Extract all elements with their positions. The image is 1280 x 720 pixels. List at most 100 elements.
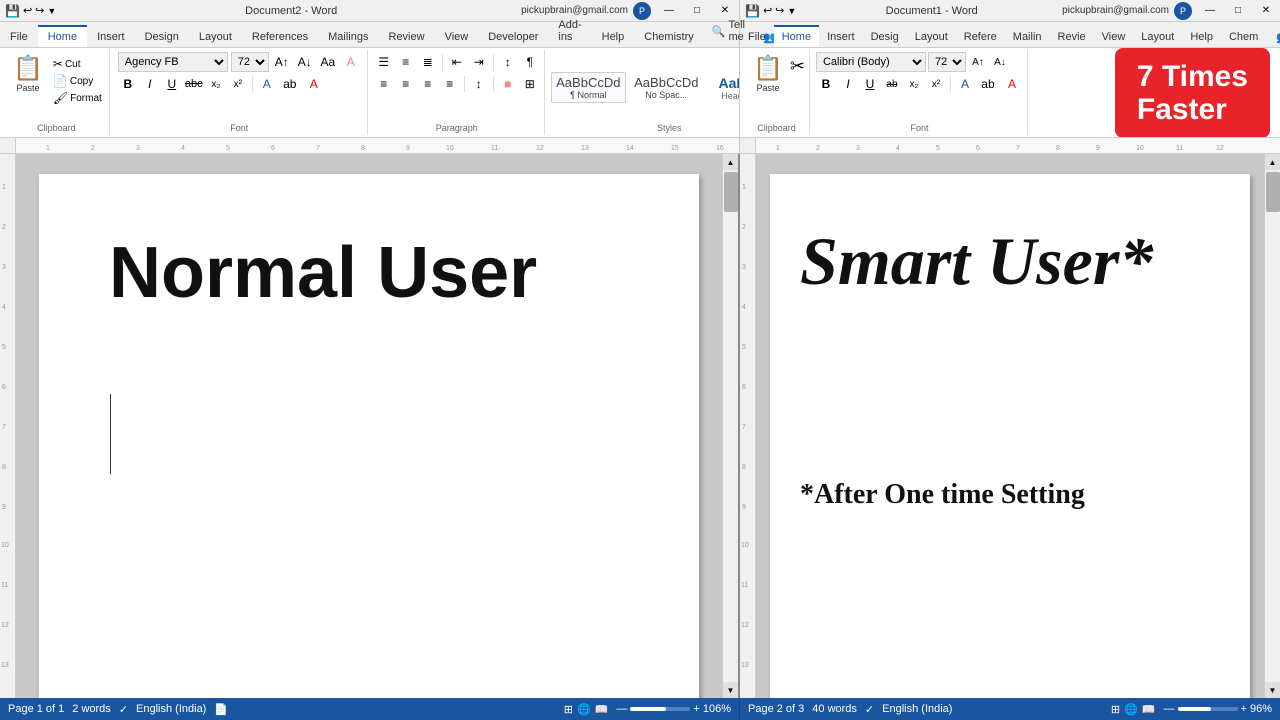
right-tab-insert[interactable]: Insert [819, 27, 863, 47]
right-scrollbar[interactable]: ▲ ▼ [1264, 154, 1280, 698]
cut-button[interactable]: ✂Cut [50, 56, 105, 72]
line-spacing-btn[interactable]: ↕ [469, 74, 489, 94]
right-zoom-in[interactable]: + [1241, 703, 1247, 715]
right-size-select[interactable]: 72 [928, 52, 966, 72]
sort-btn[interactable]: ↕ [498, 52, 518, 72]
decrease-font-btn[interactable]: A↓ [295, 52, 315, 72]
text-effect-btn[interactable]: A [257, 74, 277, 94]
right-print-view[interactable]: ⊞ [1111, 703, 1120, 716]
right-tab-view[interactable]: View [1094, 27, 1134, 47]
redo-icon[interactable]: ↪ [35, 4, 44, 17]
superscript-btn[interactable]: x² [228, 74, 248, 94]
right-superscript-btn[interactable]: x² [926, 74, 946, 94]
align-left-btn[interactable]: ≡ [374, 74, 394, 94]
show-marks-btn[interactable]: ¶ [520, 52, 540, 72]
left-tab-file[interactable]: File [0, 27, 38, 47]
text-highlight-btn[interactable]: ab [279, 74, 301, 94]
borders-btn[interactable]: ⊞ [520, 74, 540, 94]
customize-icon[interactable]: ▼ [47, 6, 56, 16]
right-subscript-btn[interactable]: x₂ [904, 74, 924, 94]
left-tab-review[interactable]: Review [379, 27, 435, 47]
left-minimize-btn[interactable]: — [655, 0, 683, 22]
right-tab-help[interactable]: Help [1182, 27, 1221, 47]
right-doc-page[interactable]: Smart User* *After One time Setting [770, 174, 1250, 698]
right-font-select[interactable]: Calibri (Body) [816, 52, 926, 72]
increase-indent-btn[interactable]: ⇥ [469, 52, 489, 72]
right-undo-icon[interactable]: ↩ [763, 4, 772, 17]
italic-btn[interactable]: I [140, 74, 160, 94]
clear-format-btn[interactable]: Aa [318, 52, 338, 72]
right-maximize-btn[interactable]: □ [1224, 0, 1252, 22]
bold-btn[interactable]: B [118, 74, 138, 94]
right-tab-mailings[interactable]: Mailin [1005, 27, 1050, 47]
document-mode-icon[interactable]: 📄 [214, 703, 228, 716]
right-tab-design[interactable]: Desig [863, 27, 907, 47]
left-tab-chemistry[interactable]: Chemistry [634, 27, 704, 47]
right-bold-btn[interactable]: B [816, 74, 836, 94]
copy-button[interactable]: 📄Copy [50, 73, 105, 89]
justify-btn[interactable]: ≡ [440, 74, 460, 94]
left-tab-layout[interactable]: Layout [189, 27, 242, 47]
underline-btn[interactable]: U [162, 74, 182, 94]
right-tab-review[interactable]: Revie [1050, 27, 1094, 47]
paste-button[interactable]: 📋 Paste [8, 52, 48, 95]
right-clipboard-icon[interactable]: ✂ [790, 56, 805, 77]
right-italic-btn[interactable]: I [838, 74, 858, 94]
strikethrough-btn[interactable]: abc [184, 74, 204, 94]
zoom-in-btn[interactable]: + [693, 703, 699, 715]
multilevel-btn[interactable]: ≣ [418, 52, 438, 72]
right-tab-home[interactable]: Home [774, 25, 819, 47]
right-strikethrough-btn[interactable]: ab [882, 74, 902, 94]
web-view-btn[interactable]: 🌐 [577, 703, 591, 716]
font-name-select[interactable]: Agency FB [118, 52, 228, 72]
save-icon[interactable]: 💾 [5, 4, 20, 18]
decrease-indent-btn[interactable]: ⇤ [447, 52, 467, 72]
right-web-view[interactable]: 🌐 [1124, 703, 1138, 716]
undo-icon[interactable]: ↩ [23, 4, 32, 17]
right-redo-icon[interactable]: ↪ [775, 4, 784, 17]
spell-check-icon[interactable]: ✓ [119, 703, 128, 716]
right-scroll-down[interactable]: ▼ [1265, 682, 1280, 698]
right-spell-check[interactable]: ✓ [865, 703, 874, 716]
bullets-btn[interactable]: ☰ [374, 52, 394, 72]
left-tab-developer[interactable]: Developer [478, 27, 548, 47]
right-zoom-slider[interactable] [1178, 707, 1238, 711]
numbering-btn[interactable]: ≡ [396, 52, 416, 72]
left-tab-insert[interactable]: Insert [87, 27, 135, 47]
left-tab-addins[interactable]: Add-ins [548, 15, 591, 47]
left-tab-view[interactable]: View [435, 27, 479, 47]
right-font-color-btn[interactable]: A [1001, 74, 1023, 94]
left-tab-help[interactable]: Help [592, 27, 635, 47]
read-view-btn[interactable]: 📖 [595, 703, 609, 716]
right-close-btn[interactable]: ✕ [1252, 0, 1280, 22]
font-color-btn[interactable]: A [303, 74, 325, 94]
right-minimize-btn[interactable]: — [1196, 0, 1224, 22]
right-dec-font[interactable]: A↓ [990, 52, 1010, 72]
print-view-btn[interactable]: ⊞ [564, 703, 573, 716]
right-underline-btn[interactable]: U [860, 74, 880, 94]
left-scroll-thumb[interactable] [724, 172, 738, 212]
right-paste-button[interactable]: 📋 Paste [748, 52, 788, 95]
right-inc-font[interactable]: A↑ [968, 52, 988, 72]
zoom-out-btn[interactable]: — [616, 703, 627, 715]
right-scroll-up[interactable]: ▲ [1265, 154, 1280, 170]
align-center-btn[interactable]: ≡ [396, 74, 416, 94]
left-tab-references[interactable]: References [242, 27, 318, 47]
left-doc-pane[interactable]: 1 2 3 4 5 6 7 8 9 10 11 12 13 14 15 [0, 154, 740, 698]
subscript-btn[interactable]: x₂ [206, 74, 226, 94]
increase-font-btn[interactable]: A↑ [272, 52, 292, 72]
format-painter-button[interactable]: 🖌Format [50, 90, 105, 106]
right-tab-layout2[interactable]: Layout [1133, 27, 1182, 47]
right-tab-references[interactable]: Refere [956, 27, 1005, 47]
right-tab-chem[interactable]: Chem [1221, 27, 1266, 47]
shading-btn[interactable]: ■ [498, 74, 518, 94]
style-normal[interactable]: AaBbCcDd ¶ Normal [551, 72, 626, 103]
right-zoom-out[interactable]: — [1164, 703, 1175, 715]
left-scroll-down[interactable]: ▼ [723, 682, 739, 698]
right-highlight-btn[interactable]: ab [977, 74, 999, 94]
right-tab-file[interactable]: File [740, 27, 774, 47]
left-scroll-up[interactable]: ▲ [723, 154, 739, 170]
left-scrollbar[interactable]: ▲ ▼ [722, 154, 738, 698]
right-tab-layout[interactable]: Layout [907, 27, 956, 47]
change-case-btn[interactable]: A [341, 52, 361, 72]
